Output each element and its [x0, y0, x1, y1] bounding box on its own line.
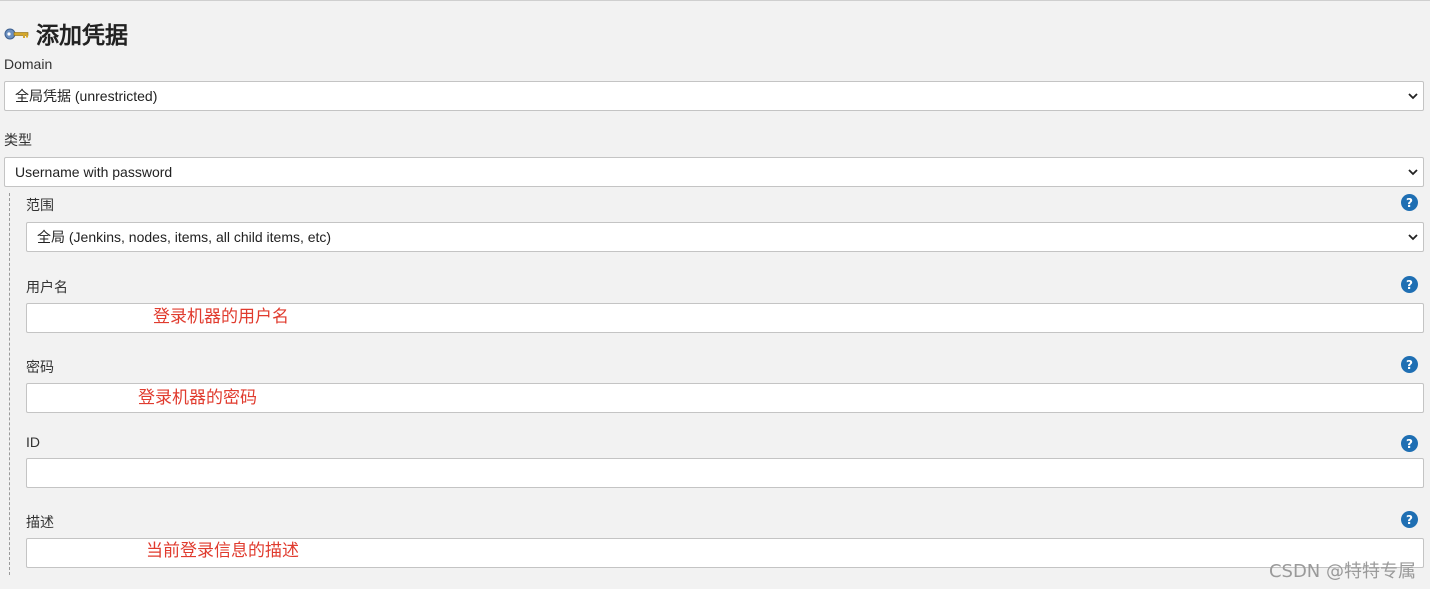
chevron-down-icon — [1408, 93, 1418, 100]
page-header: 添加凭据 — [4, 18, 128, 49]
description-label: 描述 — [26, 514, 54, 530]
scope-help-icon[interactable]: ? — [1401, 194, 1418, 211]
kind-select-value: Username with password — [15, 164, 173, 180]
top-border — [0, 0, 1430, 1]
username-help-icon[interactable]: ? — [1401, 276, 1418, 293]
watermark: CSDN @特特专属 — [1268, 561, 1416, 582]
domain-select-value: 全局凭据 (unrestricted) — [15, 88, 158, 104]
id-help-icon[interactable]: ? — [1401, 435, 1418, 452]
chevron-down-icon — [1408, 169, 1418, 176]
chevron-down-icon — [1408, 234, 1418, 241]
nested-section-divider — [9, 193, 10, 575]
description-help-icon[interactable]: ? — [1401, 511, 1418, 528]
password-annotation: 登录机器的密码 — [138, 388, 257, 408]
password-help-icon[interactable]: ? — [1401, 356, 1418, 373]
username-label: 用户名 — [26, 279, 68, 295]
id-label: ID — [26, 434, 40, 450]
page-title: 添加凭据 — [36, 23, 128, 49]
scope-select-value: 全局 (Jenkins, nodes, items, all child ite… — [37, 229, 332, 245]
domain-select[interactable]: 全局凭据 (unrestricted) — [4, 81, 1424, 111]
id-input[interactable] — [26, 458, 1424, 488]
username-annotation: 登录机器的用户名 — [153, 307, 289, 327]
kind-label: 类型 — [4, 132, 32, 148]
scope-label: 范围 — [26, 197, 54, 213]
kind-select[interactable]: Username with password — [4, 157, 1424, 187]
description-annotation: 当前登录信息的描述 — [146, 541, 299, 561]
scope-select[interactable]: 全局 (Jenkins, nodes, items, all child ite… — [26, 222, 1424, 252]
password-label: 密码 — [26, 359, 54, 375]
key-icon — [4, 24, 30, 42]
domain-label: Domain — [4, 56, 53, 72]
